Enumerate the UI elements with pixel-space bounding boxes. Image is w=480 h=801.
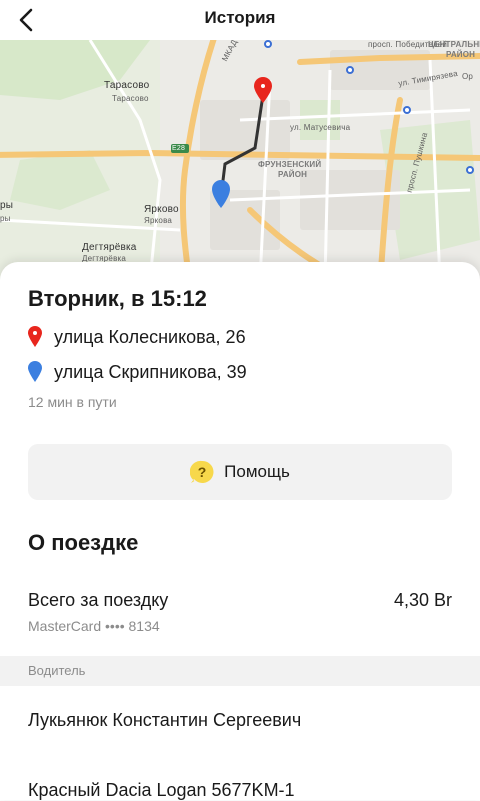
- payment-method: MasterCard •••• 8134: [28, 618, 160, 634]
- page-title: История: [204, 8, 276, 27]
- map-label: Дегтярёвка: [82, 242, 137, 253]
- driver-name: Лукьянюк Константин Сергеевич: [28, 710, 302, 730]
- end-address-text: улица Скрипникова, 39: [54, 361, 247, 382]
- car-info: Красный Dacia Logan 5677KM-1: [28, 780, 295, 800]
- map-label: РАЙОН: [446, 50, 476, 59]
- map-graphics: [0, 40, 480, 280]
- map-label: Тарасово: [112, 94, 149, 103]
- map-label: ул. Матусевича: [290, 123, 351, 132]
- end-address: улица Скрипникова, 39: [28, 361, 247, 383]
- total-label: Всего за поездку: [28, 590, 169, 610]
- map-label: ры: [0, 200, 14, 211]
- map-label: Яркова: [144, 216, 173, 225]
- red-pin-icon: [28, 326, 42, 347]
- start-address: улица Колесникова, 26: [28, 326, 246, 348]
- header: История: [0, 0, 480, 40]
- trip-date: Вторник, в 15:12: [28, 286, 207, 311]
- driver-section-header: Водитель: [0, 656, 480, 686]
- map-label: ФРУНЗЕНСКИЙ: [258, 160, 322, 169]
- blue-pin-icon: [28, 361, 42, 382]
- route-map[interactable]: МКАД просп. Победителей ЦЕНТРАЛЬНЫЙ РАЙО…: [0, 40, 480, 280]
- map-label: Ярково: [144, 204, 179, 215]
- help-button-label: Помощь: [224, 462, 290, 481]
- trip-duration: 12 мин в пути: [28, 394, 117, 410]
- map-label: ЦЕНТРАЛЬНЫЙ: [428, 40, 480, 49]
- help-button[interactable]: ? Помощь: [28, 444, 452, 500]
- start-address-text: улица Колесникова, 26: [54, 326, 246, 347]
- svg-text:?: ?: [198, 464, 207, 480]
- map-label: E28: [172, 145, 186, 152]
- map-label: Ор: [462, 72, 474, 81]
- total-price: 4,30 Br: [393, 590, 452, 610]
- about-trip-title: О поездке: [28, 530, 139, 555]
- map-label: ры: [0, 214, 11, 223]
- help-question-icon: ?: [190, 460, 214, 483]
- map-label: РАЙОН: [278, 170, 308, 179]
- driver-section-label: Водитель: [28, 663, 86, 678]
- trip-details-sheet: Вторник, в 15:12 улица Колесникова, 26 у…: [0, 262, 480, 800]
- map-label: Тарасово: [104, 80, 150, 91]
